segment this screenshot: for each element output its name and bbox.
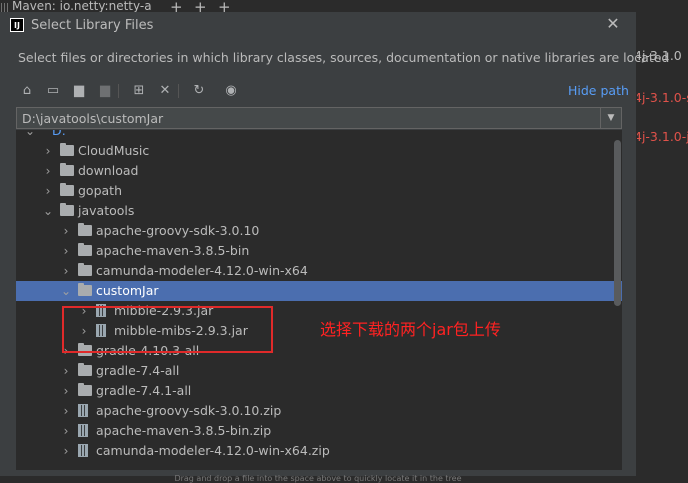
new-folder-icon: ⊞ bbox=[133, 83, 145, 98]
chevron-down-icon: ▼ bbox=[607, 113, 615, 123]
background-editor-line: 4j-3.1.0-s bbox=[634, 90, 688, 105]
folder-icon bbox=[78, 283, 92, 296]
folder-icon bbox=[78, 363, 92, 376]
tree-node-label: gradle-7.4-all bbox=[96, 363, 180, 378]
chevron-down-icon[interactable]: ⌄ bbox=[60, 281, 72, 301]
chevron-right-icon[interactable]: › bbox=[42, 161, 54, 181]
desktop-button[interactable]: ▭ bbox=[44, 82, 62, 100]
jar-file-icon bbox=[78, 404, 88, 417]
chevron-right-icon[interactable]: › bbox=[42, 141, 54, 161]
chevron-right-icon[interactable]: › bbox=[60, 261, 72, 281]
tree-node-label: apache-maven-3.8.5-bin.zip bbox=[96, 423, 272, 438]
tree-node-label: camunda-modeler-4.12.0-win-x64 bbox=[96, 263, 308, 278]
folder-icon bbox=[78, 263, 92, 276]
tree-node-label: CloudMusic bbox=[78, 143, 150, 158]
tree-node-label: apache-groovy-sdk-3.0.10.zip bbox=[96, 403, 282, 418]
tree-folder-row[interactable]: › apache-groovy-sdk-3.0.10 bbox=[16, 221, 622, 241]
tree-file-row[interactable]: › apache-maven-3.8.5-bin.zip bbox=[16, 421, 622, 441]
tree-node-label: javatools bbox=[78, 203, 135, 218]
desktop-icon: ▭ bbox=[46, 83, 60, 98]
tree-folder-row[interactable]: › download bbox=[16, 161, 622, 181]
background-tab-title: Maven: io.netty:netty-a bbox=[12, 0, 152, 12]
delete-button[interactable]: ✕ bbox=[156, 82, 174, 100]
home-button[interactable]: ⌂ bbox=[18, 82, 36, 100]
chevron-right-icon[interactable]: › bbox=[60, 381, 72, 401]
chevron-right-icon[interactable]: › bbox=[60, 221, 72, 241]
chevron-right-icon[interactable]: › bbox=[60, 441, 72, 461]
chevron-down-icon[interactable]: ⌄ bbox=[24, 130, 36, 141]
tree-folder-row[interactable]: › camunda-modeler-4.12.0-win-x64 bbox=[16, 261, 622, 281]
tree-node-label: customJar bbox=[96, 283, 159, 298]
folder-icon bbox=[60, 163, 74, 176]
chevron-right-icon[interactable]: › bbox=[60, 241, 72, 261]
folder-icon bbox=[78, 223, 92, 236]
folder-icon bbox=[60, 143, 74, 156]
tree-node-label: D: bbox=[52, 130, 66, 138]
home-icon: ⌂ bbox=[22, 83, 32, 98]
tree-folder-row[interactable]: ⌄ D: bbox=[16, 130, 622, 141]
delete-icon: ✕ bbox=[159, 83, 171, 98]
show-hidden-button[interactable]: ◉ bbox=[222, 82, 240, 100]
tree-folder-row[interactable]: ⌄ customJar bbox=[16, 281, 622, 301]
tree-node-label: apache-groovy-sdk-3.0.10 bbox=[96, 223, 260, 238]
dialog-title: Select Library Files bbox=[31, 18, 154, 33]
file-tree[interactable]: ⌄ D: › CloudMusic › download › gopath ⌄ javatools… bbox=[16, 130, 622, 470]
intellij-logo-icon: IJ bbox=[10, 18, 24, 32]
tree-file-row[interactable]: › camunda-modeler-4.12.0-win-x64.zip bbox=[16, 441, 622, 461]
path-input[interactable] bbox=[17, 108, 597, 128]
toolbar-separator bbox=[118, 84, 119, 98]
annotation-text: 选择下载的两个jar包上传 bbox=[320, 320, 501, 339]
background-editor-pane bbox=[632, 0, 688, 476]
new-folder-button[interactable]: ⊞ bbox=[130, 82, 148, 100]
dialog-description: Select files or directories in which lib… bbox=[18, 50, 670, 65]
close-button[interactable]: ✕ bbox=[604, 15, 622, 33]
chevron-right-icon[interactable]: › bbox=[60, 421, 72, 441]
chevron-right-icon[interactable]: › bbox=[42, 181, 54, 201]
jar-file-icon bbox=[78, 424, 88, 437]
folder-icon bbox=[78, 243, 92, 256]
tree-folder-row[interactable]: › gradle-7.4-all bbox=[16, 361, 622, 381]
dialog-titlebar[interactable]: IJ Select Library Files ✕ bbox=[0, 12, 636, 40]
hide-path-link[interactable]: Hide path bbox=[568, 83, 629, 98]
tree-node-label: gopath bbox=[78, 183, 123, 198]
chevron-right-icon[interactable]: › bbox=[60, 361, 72, 381]
columns-icon: ||| bbox=[0, 3, 10, 12]
module-folder-icon: ▆ bbox=[100, 83, 110, 98]
background-editor-line: 4j-3.1.0-ja bbox=[634, 129, 688, 144]
path-dropdown-button[interactable]: ▼ bbox=[600, 108, 621, 128]
folder-icon bbox=[60, 203, 74, 216]
tree-file-row[interactable]: › apache-groovy-sdk-3.0.10.zip bbox=[16, 401, 622, 421]
show-hidden-icon: ◉ bbox=[225, 83, 237, 98]
chevron-right-icon[interactable]: › bbox=[60, 401, 72, 421]
toolbar-separator bbox=[178, 84, 179, 98]
chevron-down-icon[interactable]: ⌄ bbox=[42, 201, 54, 221]
folder-icon bbox=[60, 183, 74, 196]
tree-folder-row[interactable]: › gradle-7.4.1-all bbox=[16, 381, 622, 401]
module-folder-button[interactable]: ▆ bbox=[96, 82, 114, 100]
project-folder-icon: ▆ bbox=[74, 83, 84, 98]
tree-node-label: camunda-modeler-4.12.0-win-x64.zip bbox=[96, 443, 330, 458]
jar-file-icon bbox=[78, 444, 88, 457]
tree-scrollbar[interactable] bbox=[614, 140, 621, 306]
drop-hint: Drag and drop a file into the space abov… bbox=[174, 474, 462, 483]
annotation-highlight-box bbox=[62, 306, 273, 353]
refresh-button[interactable]: ↻ bbox=[190, 82, 208, 100]
path-field[interactable]: ▼ bbox=[16, 107, 622, 129]
select-library-files-dialog: IJ Select Library Files ✕ Select files o… bbox=[0, 12, 669, 483]
tree-node-label: gradle-7.4.1-all bbox=[96, 383, 192, 398]
refresh-icon: ↻ bbox=[193, 83, 205, 98]
tree-node-label: apache-maven-3.8.5-bin bbox=[96, 243, 250, 258]
folder-icon bbox=[78, 383, 92, 396]
tree-folder-row[interactable]: ⌄ javatools bbox=[16, 201, 622, 221]
tree-folder-row[interactable]: › CloudMusic bbox=[16, 141, 622, 161]
tree-folder-row[interactable]: › apache-maven-3.8.5-bin bbox=[16, 241, 622, 261]
background-editor-tab[interactable]: ||| Maven: io.netty:netty-a bbox=[0, 0, 170, 12]
tree-node-label: download bbox=[78, 163, 139, 178]
project-folder-button[interactable]: ▆ bbox=[70, 82, 88, 100]
tree-folder-row[interactable]: › gopath bbox=[16, 181, 622, 201]
